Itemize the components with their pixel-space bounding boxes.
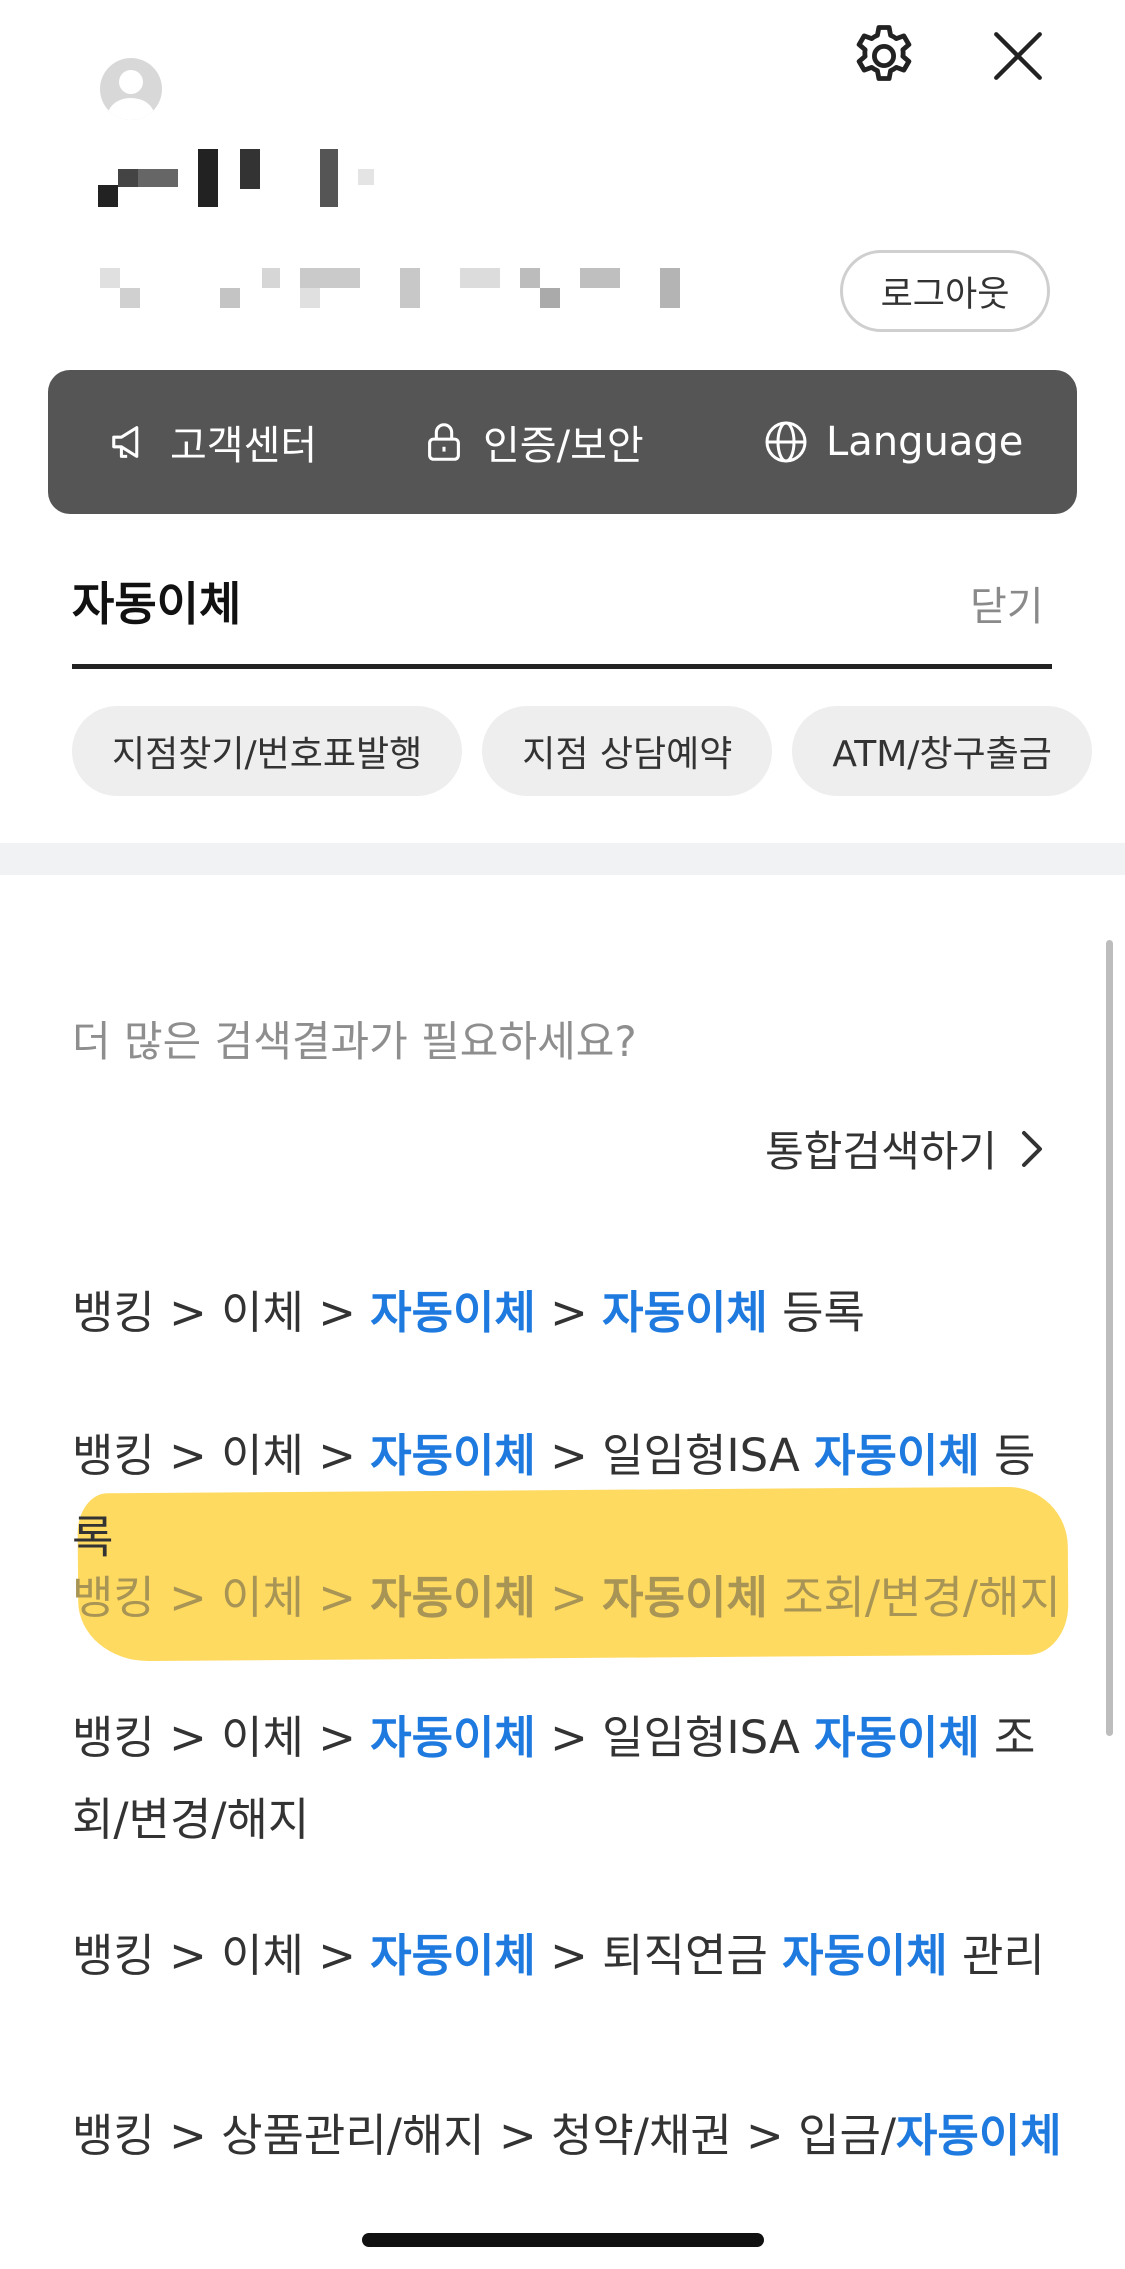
section-divider: [0, 843, 1125, 875]
more-results-question: 더 많은 검색결과가 필요하세요?: [72, 1017, 637, 1066]
auth-security-label: 인증/보안: [483, 423, 644, 469]
result-text: 뱅킹 > 이체 >: [72, 1929, 371, 1982]
search-result-item[interactable]: 뱅킹 > 이체 > 자동이체 > 퇴직연금 자동이체 관리: [72, 1915, 1062, 1997]
search-result-item[interactable]: 뱅킹 > 이체 > 자동이체 > 일임형ISA 자동이체 등록: [72, 1415, 1062, 1579]
close-icon: [994, 32, 1042, 80]
globe-icon: [765, 421, 807, 463]
result-text: 뱅킹 > 이체 >: [72, 1429, 371, 1482]
chip-branch-finder[interactable]: 지점찾기/번호표발행: [72, 706, 463, 796]
result-text: 뱅킹 > 이체 >: [72, 1286, 371, 1339]
result-keyword: 자동이체: [602, 1571, 768, 1624]
chevron-right-icon: [1022, 1130, 1042, 1167]
quick-chip-row: 지점찾기/번호표발행 지점 상담예약 ATM/창구출금: [72, 706, 1092, 796]
result-keyword: 자동이체: [370, 1429, 536, 1482]
search-result-item[interactable]: 뱅킹 > 이체 > 자동이체 > 자동이체 조회/변경/해지: [72, 1557, 1062, 1639]
auth-security-button[interactable]: 인증/보안: [421, 370, 644, 514]
lock-icon: [428, 423, 460, 461]
scrollbar[interactable]: [1106, 940, 1113, 1736]
search-result-item[interactable]: 뱅킹 > 이체 > 자동이체 > 자동이체 등록: [72, 1272, 1062, 1354]
result-text: > 일임형ISA: [535, 1711, 815, 1764]
result-keyword: 자동이체: [602, 1286, 768, 1339]
tab-close-button[interactable]: 닫기: [970, 574, 1044, 632]
home-indicator: [362, 2233, 764, 2247]
result-text: > 퇴직연금: [535, 1929, 783, 1982]
result-text: >: [535, 1571, 603, 1624]
gear-icon: [856, 25, 912, 81]
result-text: 뱅킹 > 상품관리/해지 > 청약/채권 > 입금/: [72, 2109, 897, 2162]
result-text: >: [535, 1286, 603, 1339]
redacted-account-info: [100, 268, 700, 310]
result-keyword: 자동이체: [370, 1929, 536, 1982]
result-keyword: 자동이체: [896, 2109, 1062, 2162]
redacted-user-name: [98, 145, 398, 215]
settings-button[interactable]: [842, 14, 926, 98]
tab-underline: [72, 664, 1052, 669]
chip-atm-withdrawal[interactable]: ATM/창구출금: [792, 706, 1092, 796]
result-text: 관리: [947, 1929, 1045, 1982]
language-label: Language: [826, 419, 1024, 465]
quick-menu-bar: 고객센터 인증/보안 Language: [48, 370, 1077, 514]
customer-center-button[interactable]: 고객센터: [108, 370, 317, 514]
search-result-item[interactable]: 뱅킹 > 상품관리/해지 > 청약/채권 > 입금/자동이체: [72, 2095, 1062, 2177]
result-text: 조회/변경/해지: [767, 1571, 1061, 1624]
customer-center-label: 고객센터: [170, 423, 318, 469]
result-keyword: 자동이체: [782, 1929, 948, 1982]
chip-branch-consult[interactable]: 지점 상담예약: [482, 706, 773, 796]
result-text: 뱅킹 > 이체 >: [72, 1711, 371, 1764]
result-text: > 일임형ISA: [535, 1429, 815, 1482]
logout-button[interactable]: 로그아웃: [840, 250, 1050, 332]
result-text: 등록: [767, 1286, 865, 1339]
integrated-search-label: 통합검색하기: [765, 1127, 997, 1176]
result-keyword: 자동이체: [814, 1711, 980, 1764]
integrated-search-link[interactable]: 통합검색하기: [765, 1118, 1045, 1179]
result-keyword: 자동이체: [370, 1571, 536, 1624]
avatar: [100, 58, 162, 120]
language-button[interactable]: Language: [762, 370, 1023, 514]
result-keyword: 자동이체: [370, 1711, 536, 1764]
megaphone-icon: [112, 426, 139, 458]
close-button[interactable]: [976, 14, 1060, 98]
result-keyword: 자동이체: [370, 1286, 536, 1339]
search-result-item[interactable]: 뱅킹 > 이체 > 자동이체 > 일임형ISA 자동이체 조회/변경/해지: [72, 1697, 1062, 1861]
search-keyword-tab[interactable]: 자동이체: [72, 568, 241, 634]
result-keyword: 자동이체: [814, 1429, 980, 1482]
result-text: 뱅킹 > 이체 >: [72, 1571, 371, 1624]
